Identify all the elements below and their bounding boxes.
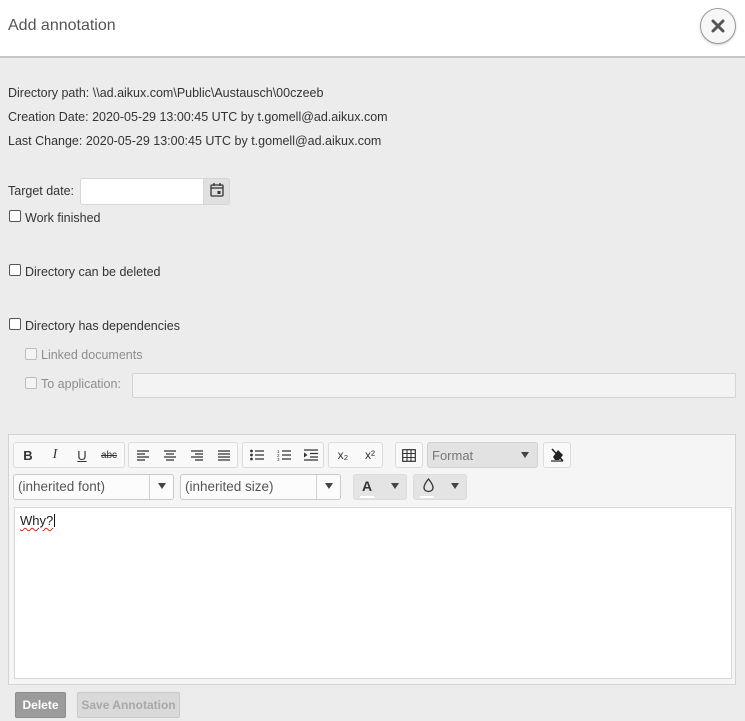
- font-family-label: (inherited font): [18, 479, 106, 494]
- align-center-icon: [164, 449, 176, 461]
- text-color-label: A: [362, 478, 373, 494]
- last-change: Last Change: 2020-05-29 13:00:45 UTC by …: [8, 134, 382, 148]
- list-group: 123: [242, 442, 324, 468]
- align-right-button[interactable]: [184, 443, 210, 467]
- superscript-button[interactable]: x²: [357, 443, 383, 467]
- can-be-deleted-label: Directory can be deleted: [25, 265, 161, 279]
- background-color-swatch: [420, 496, 434, 498]
- dialog-title: Add annotation: [8, 17, 116, 34]
- text-color-swatch: [360, 496, 374, 498]
- align-right-icon: [191, 449, 203, 461]
- align-justify-button[interactable]: [211, 443, 237, 467]
- strikethrough-button[interactable]: abc: [96, 443, 122, 467]
- italic-button[interactable]: I: [42, 443, 68, 467]
- text-caret: [54, 514, 56, 527]
- table-icon: [402, 448, 416, 462]
- underline-button[interactable]: U: [69, 443, 95, 467]
- creation-date: Creation Date: 2020-05-29 13:00:45 UTC b…: [8, 110, 388, 124]
- text-color-button[interactable]: A: [353, 474, 407, 500]
- numbered-list-button[interactable]: 123: [271, 443, 297, 467]
- fill-color-icon: [423, 478, 434, 493]
- clear-format-icon: [551, 447, 564, 462]
- indent-button[interactable]: [298, 443, 324, 467]
- numbered-list-icon: 123: [277, 449, 291, 461]
- can-be-deleted-checkbox[interactable]: [9, 264, 21, 276]
- target-date-label: Target date:: [8, 184, 75, 198]
- clear-format-group: [543, 442, 571, 468]
- table-button[interactable]: [396, 443, 422, 467]
- delete-button[interactable]: Delete: [15, 692, 66, 718]
- bullet-list-icon: [250, 449, 264, 461]
- chevron-down-icon: [149, 475, 173, 499]
- calendar-icon: [209, 183, 224, 197]
- directory-path: Directory path: \\ad.aikux.com\Public\Au…: [8, 86, 324, 100]
- work-finished-label: Work finished: [25, 211, 101, 225]
- to-application-label: To application:: [41, 377, 121, 391]
- has-dependencies-checkbox[interactable]: [9, 318, 21, 330]
- subscript-button[interactable]: x₂: [330, 443, 356, 467]
- save-annotation-button[interactable]: Save Annotation: [77, 692, 180, 718]
- font-size-select[interactable]: (inherited size): [180, 474, 341, 500]
- linked-documents-checkbox[interactable]: [25, 348, 37, 360]
- work-finished-checkbox[interactable]: [9, 210, 21, 222]
- format-dropdown-label: Format: [432, 448, 474, 463]
- dialog-header: Add annotation: [0, 0, 745, 58]
- script-group: x₂ x²: [328, 442, 383, 468]
- background-color-button[interactable]: [413, 474, 467, 500]
- chevron-down-icon: [391, 483, 399, 489]
- target-date-input[interactable]: [80, 178, 204, 205]
- table-group: [395, 442, 423, 468]
- align-center-button[interactable]: [157, 443, 183, 467]
- clear-format-button[interactable]: [544, 443, 570, 467]
- close-icon: [711, 19, 725, 33]
- linked-documents-label: Linked documents: [41, 348, 143, 362]
- has-dependencies-label: Directory has dependencies: [25, 319, 180, 333]
- format-dropdown[interactable]: Format: [427, 442, 538, 468]
- editor-text: Why?: [20, 513, 54, 528]
- alignment-group: [128, 442, 238, 468]
- svg-text:3: 3: [277, 457, 280, 461]
- align-left-icon: [137, 449, 149, 461]
- bullet-list-button[interactable]: [244, 443, 270, 467]
- font-family-select[interactable]: (inherited font): [13, 474, 174, 500]
- chevron-down-icon: [521, 452, 529, 458]
- to-application-checkbox[interactable]: [25, 377, 37, 389]
- align-justify-icon: [218, 449, 230, 461]
- text-style-group: B I U abc: [13, 442, 125, 468]
- font-size-label: (inherited size): [185, 479, 274, 494]
- rich-text-editor: B I U abc 123 x₂ x² Format (inherited fo…: [8, 434, 736, 685]
- indent-icon: [304, 449, 318, 461]
- to-application-input[interactable]: [132, 373, 736, 398]
- chevron-down-icon: [316, 475, 340, 499]
- editor-content-area[interactable]: Why?: [14, 507, 732, 679]
- close-button[interactable]: [700, 8, 736, 44]
- calendar-button[interactable]: [204, 178, 230, 205]
- bold-button[interactable]: B: [15, 443, 41, 467]
- chevron-down-icon: [451, 483, 459, 489]
- align-left-button[interactable]: [130, 443, 156, 467]
